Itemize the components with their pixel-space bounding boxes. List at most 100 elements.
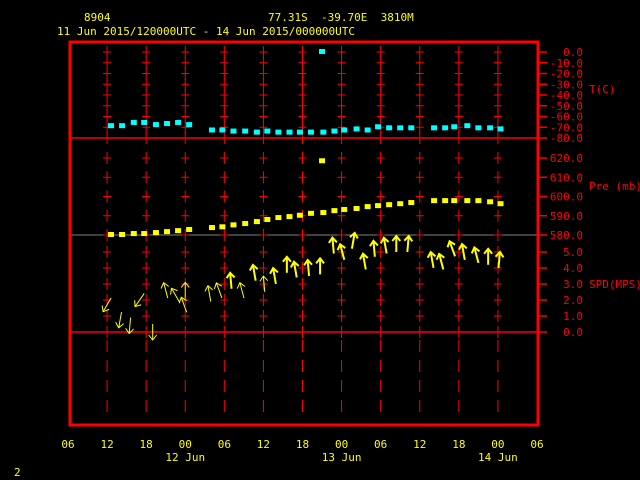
pressure-point xyxy=(175,228,182,234)
wind-arrow-shaft xyxy=(128,317,132,334)
x-tick-label: 18 xyxy=(140,438,153,451)
temperature-point xyxy=(353,126,360,132)
y-tick-label: 610.0 xyxy=(550,171,583,184)
x-tick-label: 00 xyxy=(335,438,348,451)
wind-arrow xyxy=(282,255,292,273)
temperature-point xyxy=(130,119,137,125)
temperature-point xyxy=(397,125,404,131)
temperature-point xyxy=(319,49,326,54)
temperature-point xyxy=(408,125,415,131)
x-tick-label: 12 xyxy=(257,438,270,451)
temperature-point xyxy=(307,129,314,135)
pressure-point xyxy=(275,215,282,221)
temperature-point xyxy=(451,124,458,130)
pressure-point xyxy=(219,224,226,230)
wind-arrow xyxy=(289,260,300,278)
temperature-point xyxy=(442,125,449,131)
station-location: 77.31S -39.70E 3810M xyxy=(268,11,414,24)
pressure-point xyxy=(264,216,271,222)
wind-arrow xyxy=(328,236,338,254)
wind-arrow xyxy=(446,239,456,257)
x-tick-label: 12 xyxy=(413,438,426,451)
x-tick-label: 06 xyxy=(530,438,543,451)
pressure-point xyxy=(164,229,171,235)
x-date-label: 14 Jun xyxy=(478,451,518,464)
temperature-point xyxy=(286,129,293,135)
temperature-point xyxy=(164,121,171,127)
temperature-point xyxy=(386,125,393,131)
temperature-point xyxy=(230,128,237,134)
x-date-label: 13 Jun xyxy=(322,451,362,464)
wind-arrow xyxy=(369,239,379,257)
pressure-point xyxy=(107,232,114,237)
pressure-axis-label: Pre (mb) xyxy=(589,180,640,193)
wind-arrow xyxy=(391,234,402,252)
temperature-point xyxy=(296,129,303,135)
y-tick-label: 3.0 xyxy=(563,278,583,291)
x-date-label: 12 Jun xyxy=(165,451,205,464)
pressure-point xyxy=(286,214,293,220)
wind-arrow xyxy=(426,250,437,269)
pressure-point xyxy=(253,219,260,225)
wind-arrow xyxy=(494,250,505,269)
wind-arrow xyxy=(248,263,259,281)
wind-arrow xyxy=(269,266,279,285)
temperature-point xyxy=(208,127,215,133)
y-tick-label: 620.0 xyxy=(550,152,583,165)
wind-arrow xyxy=(204,284,214,302)
plot-frame xyxy=(68,40,540,427)
pressure-point xyxy=(397,201,404,207)
x-tick-label: 18 xyxy=(452,438,465,451)
pressure-point xyxy=(497,201,504,207)
wind-arrow xyxy=(180,281,190,299)
temperature-point xyxy=(497,126,504,132)
y-tick-label: 590.0 xyxy=(550,210,583,223)
wind-arrow xyxy=(236,281,246,299)
temperature-point xyxy=(119,123,126,129)
y-tick-label: 5.0 xyxy=(563,246,583,259)
x-tick-label: 06 xyxy=(61,438,74,451)
temperature-point xyxy=(242,128,249,134)
x-tick-label: 12 xyxy=(100,438,113,451)
pressure-point xyxy=(242,221,249,227)
pressure-point xyxy=(364,204,371,210)
pressure-point xyxy=(130,231,137,237)
pressure-point xyxy=(152,230,159,236)
temperature-point xyxy=(364,127,371,133)
wind-arrow xyxy=(170,287,180,303)
temperature-point xyxy=(186,122,193,128)
pressure-point xyxy=(487,199,494,205)
temperature-point xyxy=(107,123,114,129)
wind-arrow xyxy=(315,256,325,275)
y-tick-label: 2.0 xyxy=(563,294,583,307)
wind-arrow xyxy=(178,296,188,313)
pressure-point xyxy=(464,198,471,204)
pressure-point xyxy=(186,226,193,232)
pressure-point xyxy=(431,198,438,204)
temperature-point xyxy=(141,119,148,125)
pressure-point xyxy=(353,206,360,212)
y-tick-label: -80.0 xyxy=(550,132,583,145)
pressure-point xyxy=(319,158,326,164)
x-tick-label: 06 xyxy=(218,438,231,451)
temperature-point xyxy=(320,129,327,135)
wind-arrow xyxy=(435,252,445,270)
temperature-point xyxy=(152,122,159,128)
wind-arrow xyxy=(483,247,493,265)
pressure-point xyxy=(307,210,314,216)
x-tick-label: 00 xyxy=(179,438,192,451)
pressure-point xyxy=(296,212,303,218)
wind-arrow xyxy=(359,252,369,270)
pressure-point xyxy=(141,231,148,237)
temperature-point xyxy=(431,125,438,131)
temperature-point xyxy=(275,129,282,135)
x-tick-label: 00 xyxy=(491,438,504,451)
y-tick-label: 600.0 xyxy=(550,191,583,204)
y-tick-label: 0.0 xyxy=(563,326,583,339)
wind-arrow xyxy=(403,234,414,253)
meteogram-chart: 8904 77.31S -39.70E 3810M 11 Jun 2015/12… xyxy=(14,11,640,479)
temperature-axis-label: T(C) xyxy=(589,83,616,96)
pressure-point xyxy=(331,208,338,214)
temperature-point xyxy=(253,129,260,135)
pressure-point xyxy=(386,202,393,208)
